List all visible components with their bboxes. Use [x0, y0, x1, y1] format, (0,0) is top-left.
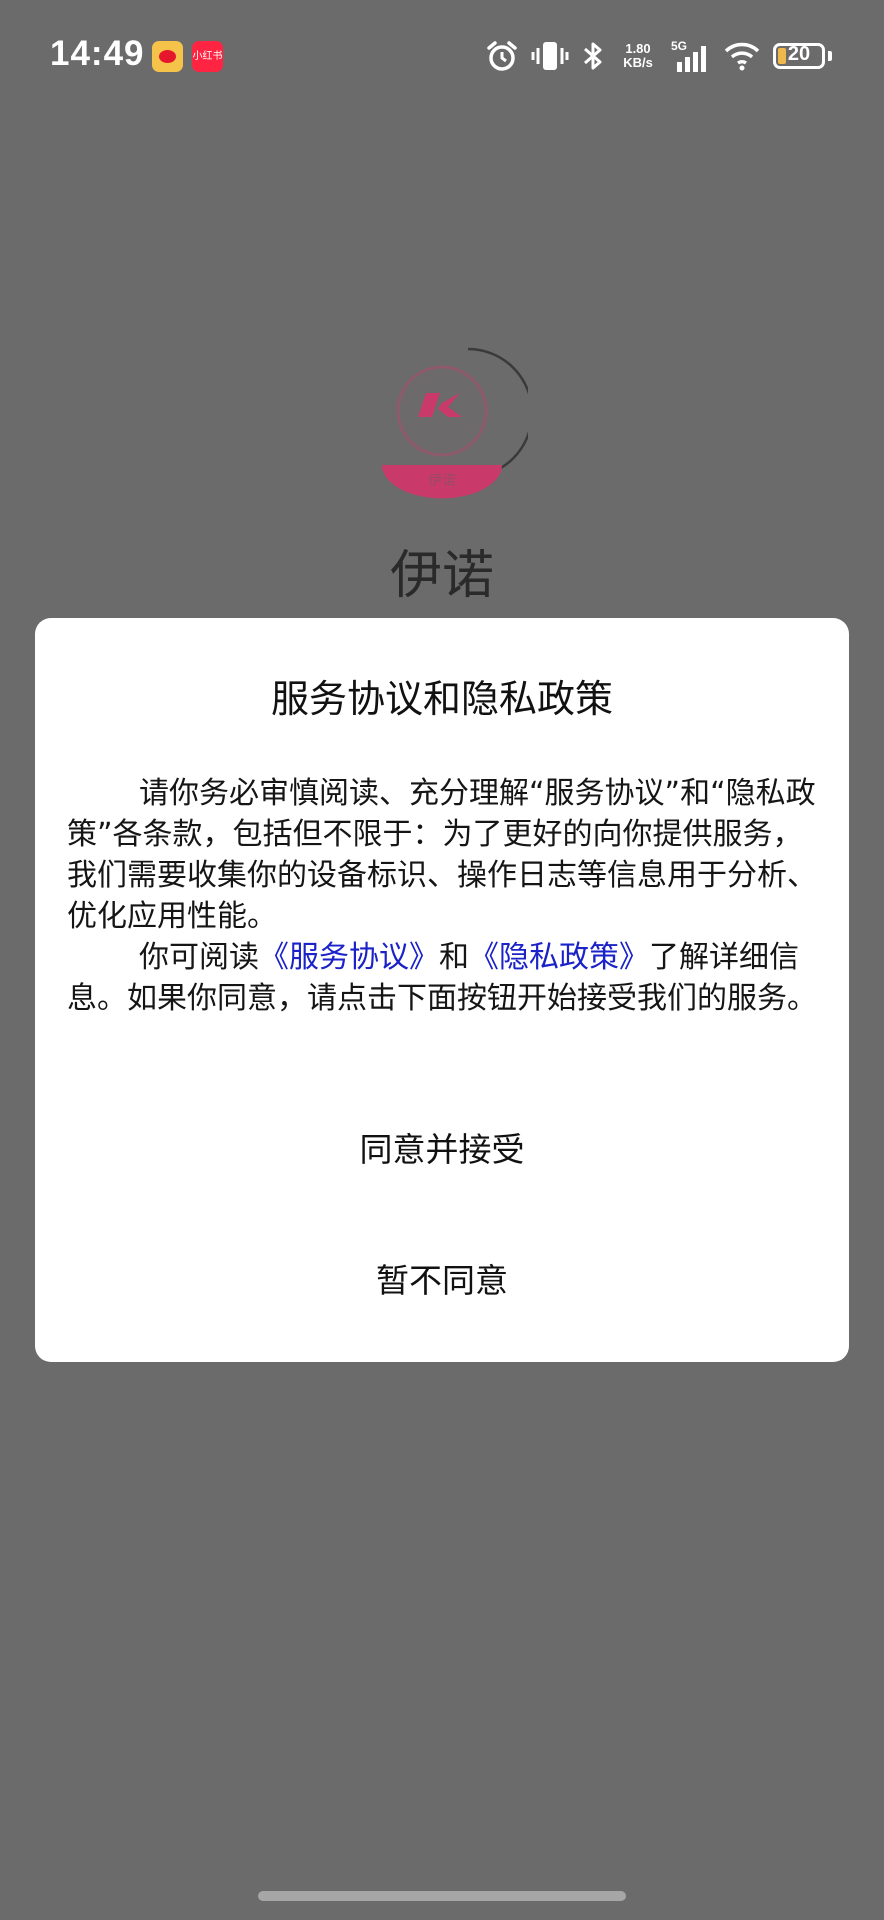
privacy-dialog: 服务协议和隐私政策 请你务必审慎阅读、充分理解“服务协议”和“隐私政策”各条款，… — [35, 618, 849, 1362]
service-agreement-link[interactable]: 《服务协议》 — [259, 940, 439, 975]
alarm-icon — [487, 41, 517, 71]
vibrate-icon — [531, 42, 569, 70]
status-icons: 1.80 KB/s 5G 20 — [485, 34, 832, 78]
signal-icon: 5G — [671, 39, 706, 72]
net-speed-unit: KB/s — [623, 55, 653, 70]
disagree-button[interactable]: 暂不同意 — [35, 1254, 849, 1302]
status-bar: 14:49 小红书 1.80 KB/s 5G 20 — [0, 0, 884, 112]
battery-cap — [828, 51, 832, 61]
bluetooth-icon — [584, 42, 602, 70]
dialog-paragraph-1: 请你务必审慎阅读、充分理解“服务协议”和“隐私政策”各条款，包括但不限于：为了更… — [67, 776, 817, 934]
dialog-paragraph-2: 你可阅读《服务协议》和《隐私政策》了解详细信息。如果你同意，请点击下面按钮开始接… — [67, 937, 817, 1019]
xiaohongshu-icon: 小红书 — [192, 41, 223, 72]
dialog-title: 服务协议和隐私政策 — [270, 677, 613, 721]
network-type-label: 5G — [671, 39, 687, 53]
wifi-icon — [724, 42, 760, 71]
logo-caption: 伊诺 — [428, 473, 456, 489]
app-name: 伊诺 — [389, 546, 494, 606]
battery-icon: 20 — [773, 43, 825, 69]
battery-level: 20 — [787, 43, 811, 65]
weibo-icon — [152, 41, 183, 72]
p2-prefix: 你可阅读 — [139, 940, 259, 975]
status-time: 14:49 — [50, 34, 145, 73]
net-speed: 1.80 KB/s — [617, 42, 659, 70]
privacy-policy-link[interactable]: 《隐私政策》 — [469, 940, 649, 975]
agree-button[interactable]: 同意并接受 — [35, 1123, 849, 1171]
p2-and: 和 — [439, 940, 469, 975]
net-speed-value: 1.80 — [625, 41, 651, 56]
home-indicator[interactable] — [258, 1891, 626, 1901]
